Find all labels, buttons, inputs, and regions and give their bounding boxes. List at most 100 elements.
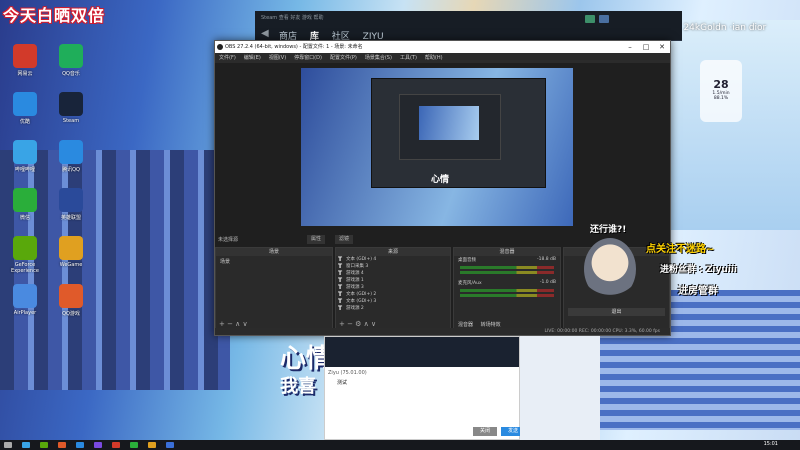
source-item[interactable]: 游戏源 2 <box>336 305 450 312</box>
desktop-icon-label: 英雄联盟 <box>60 215 81 221</box>
desktop-icon-label: WeGame <box>59 262 83 268</box>
steam-menu[interactable]: Steam 查看 好友 游戏 帮助 <box>261 14 324 21</box>
pubg-character-sticker <box>584 238 636 300</box>
maximize-icon[interactable]: □ <box>638 41 654 53</box>
desktop-icon[interactable]: WeGame <box>48 236 94 268</box>
source-controls[interactable]: + − ⚙ ∧ ∨ <box>339 320 376 328</box>
desktop-icon-label: 微信 <box>19 215 30 221</box>
level-desktop: -18.8 dB <box>536 257 556 262</box>
steam-window: Steam 查看 好友 游戏 帮助 ◀ 商店 库 社区 ZIYU <box>255 11 682 42</box>
taskbar-app-icon[interactable] <box>76 442 84 448</box>
taskbar-app-icon[interactable] <box>4 442 12 448</box>
properties-button[interactable]: 属性 <box>307 235 326 244</box>
menu-item[interactable]: 编辑(E) <box>244 55 261 61</box>
window-controls: – □ ✕ <box>622 41 670 53</box>
nested-desktop <box>419 106 479 140</box>
taskbar-app-icon[interactable] <box>40 442 48 448</box>
desktop-volume-slider[interactable] <box>460 271 554 274</box>
source-item[interactable]: 游戏源 1 <box>336 277 450 284</box>
mic-meter[interactable] <box>460 289 554 292</box>
desktop-icon[interactable]: 网易云 <box>2 44 48 77</box>
sources-dock: 来源 文本 (GDI+) 4窗口采集 3游戏源 4游戏源 1游戏源 3文本 (G… <box>335 247 451 331</box>
filters-button[interactable]: 滤镜 <box>335 235 354 244</box>
chat-close-button[interactable]: 关闭 <box>473 427 497 436</box>
source-item[interactable]: 窗口采集 3 <box>336 263 450 270</box>
level-mic: -1.0 dB <box>539 280 556 285</box>
app-icon <box>59 236 83 260</box>
app-icon <box>13 188 37 212</box>
taskbar-app-icon[interactable] <box>166 442 174 448</box>
menu-item[interactable]: 场景集合(S) <box>365 55 392 61</box>
taskbar-app-icon[interactable] <box>148 442 156 448</box>
taskbar-clock[interactable]: 15:01 <box>764 441 778 447</box>
desktop-icon[interactable]: AirPlayer <box>2 284 48 316</box>
chat-message: 测试 <box>337 380 348 386</box>
back-arrow-icon[interactable]: ◀ <box>261 28 269 39</box>
desktop-icon[interactable]: Steam <box>48 92 94 124</box>
taskbar-app-icon[interactable] <box>130 442 138 448</box>
source-item[interactable]: 文本 (GDI+) 4 <box>336 256 450 263</box>
desktop-icon-label: Steam <box>62 118 80 124</box>
minimize-icon[interactable]: – <box>622 41 638 53</box>
desktop-icon[interactable]: 微信 <box>2 188 48 221</box>
desktop-icon[interactable]: 英雄联盟 <box>48 188 94 221</box>
steam-friends-button[interactable] <box>599 15 609 23</box>
exit-button[interactable]: 退出 <box>568 308 665 316</box>
weather-pct: 88.1% <box>713 96 729 101</box>
desktop-icon-label: QQ游戏 <box>62 311 80 317</box>
app-icon <box>59 284 83 308</box>
close-icon[interactable]: ✕ <box>654 41 670 53</box>
taskbar-app-icon[interactable] <box>22 442 30 448</box>
menu-item[interactable]: 文件(F) <box>219 55 236 61</box>
menu-item[interactable]: 工具(T) <box>400 55 417 61</box>
source-item[interactable]: 游戏源 4 <box>336 270 450 277</box>
app-icon <box>59 188 83 212</box>
desktop-icon[interactable]: QQ游戏 <box>48 284 94 317</box>
weather-widget[interactable]: 28 1.5/min 88.1% <box>700 60 742 122</box>
menu-item[interactable]: 停靠窗口(D) <box>294 55 322 61</box>
desktop-icon-label: AirPlayer <box>13 310 37 316</box>
weather-temp: 28 <box>713 78 729 91</box>
taskbar: 15:01 <box>0 440 800 450</box>
menu-item[interactable]: 配置文件(P) <box>330 55 357 61</box>
source-item[interactable]: 文本 (GDI+) 2 <box>336 291 450 298</box>
taskbar-app-icon[interactable] <box>112 442 120 448</box>
taskbar-app-icon[interactable] <box>94 442 102 448</box>
app-icon <box>59 44 83 68</box>
mic-volume-slider[interactable] <box>460 294 554 297</box>
desktop-icon[interactable]: 腾讯QQ <box>48 140 94 173</box>
scene-controls[interactable]: + − ∧ ∨ <box>219 320 248 328</box>
desktop-icon[interactable]: QQ音乐 <box>48 44 94 77</box>
sources-title: 来源 <box>336 248 450 256</box>
source-item[interactable]: 文本 (GDI+) 3 <box>336 298 450 305</box>
chat-header <box>325 337 519 367</box>
scene-item[interactable]: 场景 <box>216 256 332 267</box>
app-icon <box>13 236 37 260</box>
source-item[interactable]: 游戏源 3 <box>336 284 450 291</box>
menu-item[interactable]: 视图(V) <box>269 55 286 61</box>
obs-titlebar: OBS 27.2.4 (64-bit, windows) - 配置文件: 1 -… <box>215 41 670 53</box>
desktop-icon-label: QQ音乐 <box>62 71 80 77</box>
mixer-title: 混音器 <box>454 248 560 256</box>
desktop-meter[interactable] <box>460 266 554 269</box>
steam-news-button[interactable] <box>585 15 595 23</box>
app-icon <box>13 284 37 308</box>
obs-preview[interactable]: 心情 <box>301 68 573 226</box>
app-icon <box>13 44 37 68</box>
sources-list: 文本 (GDI+) 4窗口采集 3游戏源 4游戏源 1游戏源 3文本 (GDI+… <box>336 256 450 312</box>
sticker-fan-group: 进粉丝群 : Ziyuiii <box>660 265 738 275</box>
taskbar-app-icon[interactable] <box>58 442 66 448</box>
desktop-icon-label: GeForce Experience <box>11 262 39 274</box>
menu-item[interactable]: 帮助(H) <box>425 55 443 61</box>
no-source-label: 未选择源 <box>218 237 239 243</box>
overlay-big-text-2: 我喜 <box>280 376 316 397</box>
stream-banner: 今天白晒双倍 <box>3 6 106 25</box>
desktop-icon[interactable]: 哔哩哔哩 <box>2 140 48 173</box>
app-icon <box>59 140 83 164</box>
desktop-icon[interactable]: 优酷 <box>2 92 48 125</box>
desktop-icon-label: 网易云 <box>17 71 33 77</box>
desktop-icon[interactable]: GeForce Experience <box>2 236 48 274</box>
scenes-dock: 场景 场景 + − ∧ ∨ <box>215 247 333 331</box>
desktop-icon-label: 腾讯QQ <box>62 167 80 173</box>
app-icon <box>13 92 37 116</box>
